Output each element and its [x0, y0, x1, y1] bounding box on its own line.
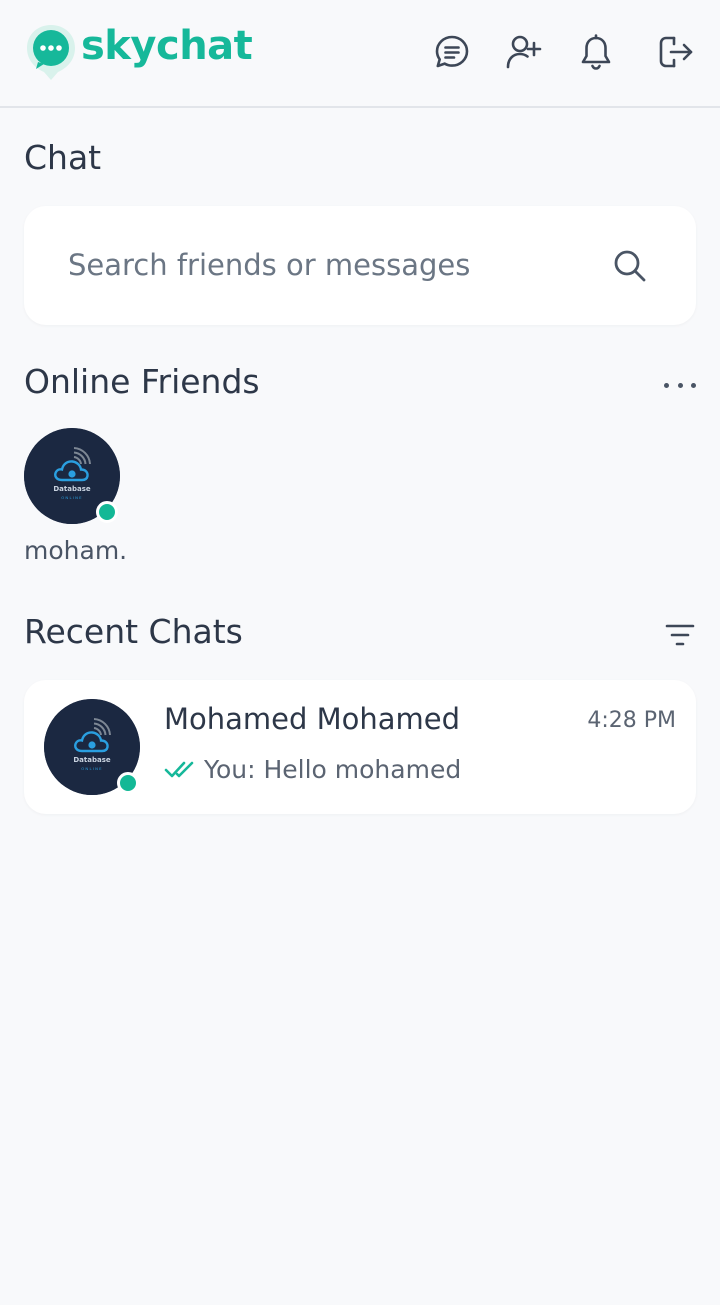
search-box: [24, 206, 696, 325]
filter-button[interactable]: [664, 620, 696, 652]
avatar-text-line2: ONLINE: [61, 495, 83, 500]
app-header: skychat: [0, 0, 720, 108]
add-friend-button[interactable]: [504, 32, 544, 72]
chat-contact-name: Mohamed Mohamed: [164, 702, 461, 736]
double-check-icon: [164, 761, 194, 778]
avatar: Database ONLINE: [24, 428, 120, 524]
page-title: Chat: [24, 138, 102, 177]
online-status-dot: [96, 501, 118, 523]
recent-chats-title: Recent Chats: [24, 612, 243, 651]
chats-button[interactable]: [432, 32, 472, 72]
chat-preview: You: Hello mohamed: [164, 752, 461, 786]
search-input[interactable]: [68, 236, 588, 294]
online-friend-name: moham.: [24, 536, 128, 565]
search-icon: [614, 250, 646, 282]
bell-icon: [581, 34, 611, 70]
online-friend-item[interactable]: Database ONLINE moham.: [24, 428, 134, 565]
chat-list-item[interactable]: Database ONLINE Mohamed Mohamed 4:28 PM …: [24, 680, 696, 814]
chat-last-message: You: Hello mohamed: [204, 754, 462, 784]
logout-icon: [659, 36, 693, 68]
notifications-button[interactable]: [576, 32, 616, 72]
online-friends-title: Online Friends: [24, 362, 260, 401]
chat-timestamp: 4:28 PM: [587, 708, 676, 733]
logout-button[interactable]: [656, 32, 696, 72]
avatar-text-line1: Database: [53, 485, 91, 493]
more-dot: [691, 382, 696, 388]
online-status-dot: [117, 772, 139, 794]
avatar-text-line2: ONLINE: [81, 766, 103, 771]
search-button[interactable]: [612, 248, 648, 284]
more-options-button[interactable]: [664, 372, 696, 398]
more-dot: [664, 382, 669, 388]
avatar: Database ONLINE: [44, 699, 140, 795]
add-user-icon: [506, 35, 542, 69]
avatar-text-line1: Database: [73, 756, 111, 764]
more-dot: [677, 382, 683, 388]
filter-icon: [665, 624, 695, 646]
chat-bubble-icon: [435, 35, 469, 68]
